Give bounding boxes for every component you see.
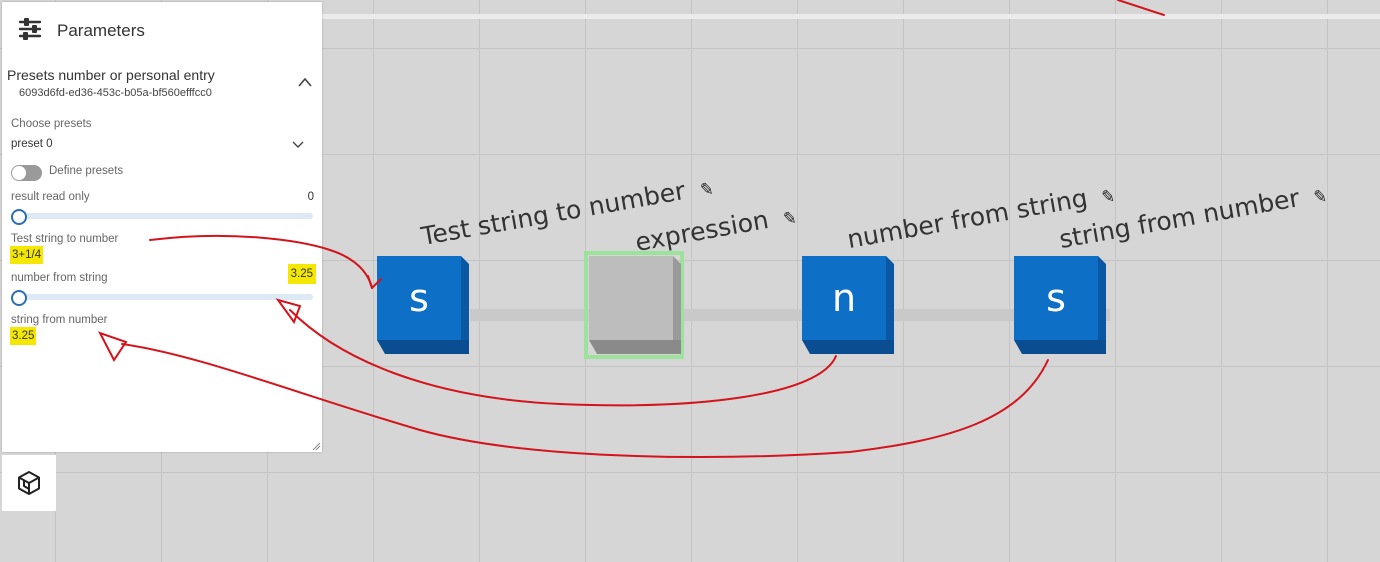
pencil-icon[interactable]: ✎ [699,180,714,200]
node-label-text: expression [632,205,771,257]
node-string-from-number[interactable]: s [1014,256,1106,354]
section-title[interactable]: Presets number or personal entry [7,67,215,83]
node-number-from-string[interactable]: n [802,256,894,354]
node-letter [589,256,673,340]
node-letter: s [377,256,461,340]
result-read-only-slider-thumb[interactable] [11,209,27,225]
sliders-icon[interactable] [18,18,42,40]
node-letter: s [1014,256,1098,340]
node-bottom [1014,340,1106,354]
chevron-down-icon[interactable] [292,140,304,149]
resize-grip-icon[interactable] [312,442,321,451]
pencil-icon[interactable]: ✎ [1313,187,1328,207]
corner-stroke [1117,0,1165,16]
number-from-string-label: number from string [11,272,108,284]
node-bottom [802,340,894,354]
define-presets-toggle[interactable] [11,165,42,181]
node-label-text: number from string [844,183,1090,254]
node-side [886,256,894,340]
node-bottom [589,340,681,354]
number-from-string-value-box: 3.25 [287,264,316,284]
string-from-number-value: 3.25 [10,327,37,345]
result-read-only-value: 0 [307,191,314,203]
preset-select[interactable]: preset 0 [11,138,53,150]
section-id: 6093d6fd-ed36-453c-b05a-bf560efffcc0 [19,87,212,99]
panel-header: Parameters [2,2,322,52]
app-logo-button[interactable] [2,455,56,511]
number-from-string-slider-thumb[interactable] [11,290,27,306]
number-from-string-value: 3.25 [287,264,316,284]
test-string-to-number-label: Test string to number [11,233,119,245]
app-logo-icon [18,471,40,495]
number-from-string-slider[interactable] [11,294,313,300]
chevron-up-icon[interactable] [297,76,313,88]
define-presets-label: Define presets [49,165,124,177]
node-side [673,256,681,340]
choose-presets-label: Choose presets [11,118,92,130]
node-bottom [377,340,469,354]
test-string-to-number-value: 3+1/4 [10,246,44,264]
node-expression[interactable] [584,251,684,359]
canvas-top-rail [322,14,1380,19]
test-string-to-number-input[interactable]: 3+1/4 [10,246,44,264]
panel-title: Parameters [57,21,145,40]
pencil-icon[interactable]: ✎ [782,209,797,229]
node-string-to-number[interactable]: s [377,256,469,354]
node-side [1098,256,1106,340]
string-from-number-output: 3.25 [10,327,37,345]
result-read-only-slider[interactable] [11,213,313,219]
parameters-panel: Parameters Presets number or personal en… [2,2,322,452]
node-side [461,256,469,340]
pencil-icon[interactable]: ✎ [1101,187,1116,207]
result-read-only-label: result read only [11,191,90,203]
arrow-from-number-node [289,309,837,407]
node-letter: n [802,256,886,340]
string-from-number-label: string from number [11,314,108,326]
